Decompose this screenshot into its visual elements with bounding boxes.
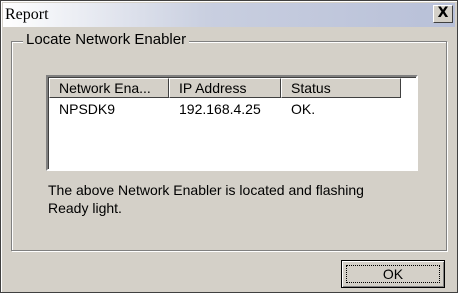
status-message: The above Network Enabler is located and… [48,182,364,216]
close-button[interactable]: X [433,5,453,23]
column-header-network-enabler[interactable]: Network Ena... [49,78,169,98]
close-icon: X [437,5,449,21]
cell-status: OK. [291,101,316,117]
cell-ip-address: 192.168.4.25 [179,101,261,117]
title-bar[interactable]: Report X [3,3,455,27]
list-rows: NPSDK9 192.168.4.25 OK. [49,99,416,119]
column-header-ip-address[interactable]: IP Address [169,78,281,98]
ok-button-label: OK [382,266,404,282]
group-label: Locate Network Enabler [23,31,190,48]
window-title: Report [5,6,49,23]
list-header: Network Ena... IP Address Status [49,78,401,98]
column-header-status[interactable]: Status [281,78,401,98]
cell-network-enabler: NPSDK9 [59,101,116,117]
report-dialog: Report X Locate Network Enabler Network … [0,0,458,293]
list-item[interactable]: NPSDK9 192.168.4.25 OK. [49,99,416,119]
network-enabler-list[interactable]: Network Ena... IP Address Status NPSDK9 … [46,75,418,171]
ok-button[interactable]: OK [341,260,445,288]
